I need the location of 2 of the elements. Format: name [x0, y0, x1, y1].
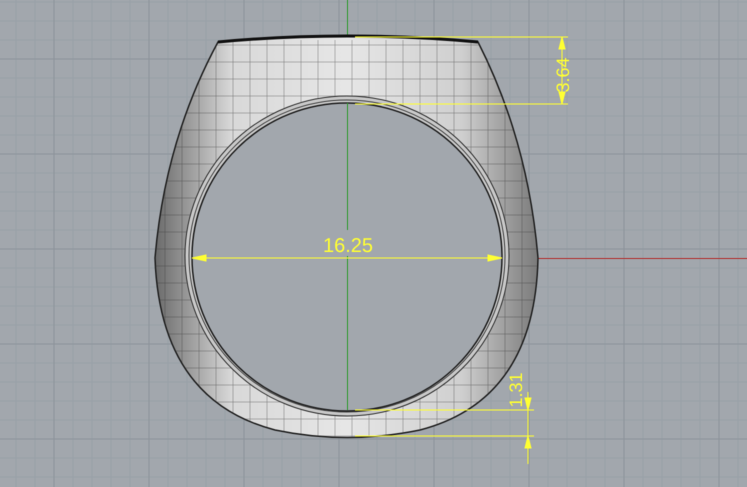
- dimension-value: 1.31: [506, 372, 526, 408]
- dimension-value: 16.25: [322, 235, 374, 257]
